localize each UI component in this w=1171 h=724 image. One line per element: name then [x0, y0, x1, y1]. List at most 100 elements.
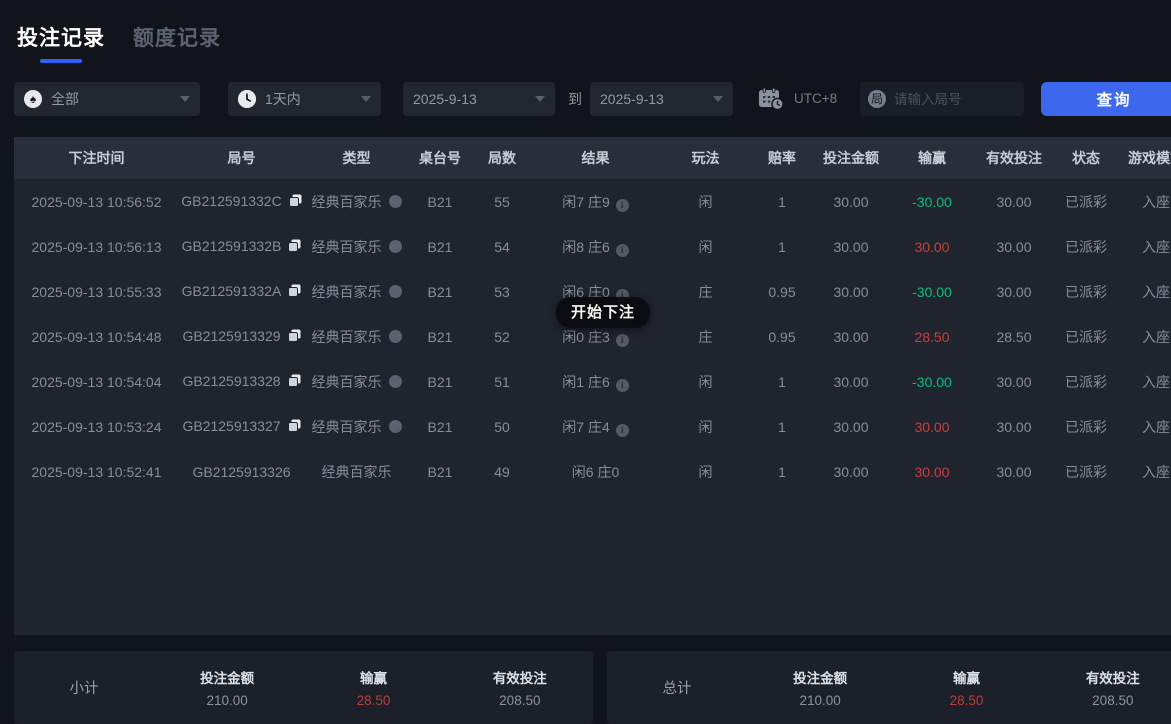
cell-round-id: GB212591332C — [179, 179, 304, 224]
table-row[interactable]: 2025-09-13 10:53:24 GB2125913327 经典百家乐 B… — [14, 404, 1171, 449]
search-button[interactable]: 查询 — [1041, 82, 1171, 116]
cell-table-no: B21 — [409, 314, 471, 359]
cell-odds: 0.95 — [753, 314, 811, 359]
cell-bet-side: 闲 — [658, 404, 753, 449]
cell-bet-time: 2025-09-13 10:55:33 — [14, 269, 179, 314]
copy-icon[interactable] — [289, 194, 302, 210]
cell-bet-side: 闲 — [658, 179, 753, 224]
cell-status: 已派彩 — [1055, 449, 1117, 494]
cell-result: 闲1 庄6i — [533, 359, 658, 404]
cell-status: 已派彩 — [1055, 224, 1117, 269]
clock-icon — [238, 90, 256, 108]
cell-game-mode: 入座 — [1117, 179, 1171, 224]
cell-round-no: 53 — [471, 269, 533, 314]
cell-bet-time: 2025-09-13 10:56:13 — [14, 224, 179, 269]
date-to-value: 2025-9-13 — [600, 91, 664, 107]
tab-quota-records[interactable]: 额度记录 — [133, 22, 221, 52]
date-to-picker[interactable]: 2025-9-13 — [590, 82, 733, 116]
game-info-icon[interactable] — [389, 330, 402, 343]
subtotal-bet-amount: 投注金额 210.00 — [154, 667, 300, 708]
round-id-input[interactable] — [894, 92, 1004, 107]
cell-winloss: 30.00 — [891, 449, 973, 494]
column-header: 结果 — [533, 137, 658, 179]
cell-winloss: 30.00 — [891, 404, 973, 449]
calendar-clock-icon — [758, 82, 786, 116]
copy-icon[interactable] — [288, 284, 301, 300]
cell-game-mode: 入座 — [1117, 359, 1171, 404]
game-info-icon[interactable] — [389, 240, 402, 253]
game-info-icon[interactable] — [389, 195, 402, 208]
subtotal-valid-bet: 有效投注 208.50 — [447, 667, 593, 708]
cell-bet-amount: 30.00 — [811, 269, 891, 314]
cell-status: 已派彩 — [1055, 359, 1117, 404]
game-info-icon[interactable] — [389, 285, 402, 298]
cell-game-mode: 入座 — [1117, 269, 1171, 314]
info-icon[interactable]: i — [616, 244, 629, 257]
info-icon[interactable]: i — [616, 199, 629, 212]
info-icon[interactable]: i — [616, 379, 629, 392]
cell-bet-time: 2025-09-13 10:56:52 — [14, 179, 179, 224]
chevron-down-icon — [180, 96, 190, 102]
cell-bet-amount: 30.00 — [811, 404, 891, 449]
copy-icon[interactable] — [288, 374, 301, 390]
game-type-dropdown[interactable]: ♠ 全部 — [14, 82, 200, 116]
tab-betting-records-label: 投注记录 — [17, 22, 105, 52]
cell-game-type: 经典百家乐 — [304, 179, 409, 224]
cell-result: 闲7 庄9i — [533, 179, 658, 224]
cell-bet-side: 闲 — [658, 449, 753, 494]
copy-icon[interactable] — [288, 419, 301, 435]
cell-game-type: 经典百家乐 — [304, 359, 409, 404]
column-header: 桌台号 — [409, 137, 471, 179]
cell-odds: 0.95 — [753, 269, 811, 314]
cell-round-no: 49 — [471, 449, 533, 494]
round-id-icon: 局 — [868, 90, 886, 108]
cell-bet-time: 2025-09-13 10:54:48 — [14, 314, 179, 359]
chevron-down-icon — [713, 96, 723, 102]
copy-icon[interactable] — [288, 239, 301, 255]
column-header: 投注金额 — [811, 137, 891, 179]
cell-winloss: 30.00 — [891, 224, 973, 269]
date-range-to-label: 到 — [558, 82, 592, 116]
cell-status: 已派彩 — [1055, 314, 1117, 359]
game-info-icon[interactable] — [389, 375, 402, 388]
time-range-dropdown[interactable]: 1天内 — [228, 82, 381, 116]
cell-valid-bet: 30.00 — [973, 179, 1055, 224]
date-from-value: 2025-9-13 — [413, 91, 477, 107]
table-row[interactable]: 2025-09-13 10:52:41 GB2125913326 经典百家乐 B… — [14, 449, 1171, 494]
chevron-down-icon — [535, 96, 545, 102]
info-icon[interactable]: i — [616, 334, 629, 347]
table-row[interactable]: 2025-09-13 10:54:04 GB2125913328 经典百家乐 B… — [14, 359, 1171, 404]
date-from-picker[interactable]: 2025-9-13 — [403, 82, 555, 116]
cell-bet-side: 闲 — [658, 359, 753, 404]
cell-odds: 1 — [753, 359, 811, 404]
column-header: 游戏模式 — [1117, 137, 1171, 179]
column-header: 玩法 — [658, 137, 753, 179]
table-row[interactable]: 2025-09-13 10:56:13 GB212591332B 经典百家乐 B… — [14, 224, 1171, 269]
column-header: 局数 — [471, 137, 533, 179]
table-body: 2025-09-13 10:56:52 GB212591332C 经典百家乐 B… — [14, 179, 1171, 494]
total-bet-amount: 投注金额 210.00 — [747, 667, 893, 708]
cell-game-mode: 入座 — [1117, 449, 1171, 494]
cell-round-id: GB2125913329 — [179, 314, 304, 359]
cell-round-id: GB2125913328 — [179, 359, 304, 404]
spade-icon: ♠ — [24, 90, 42, 108]
cell-bet-time: 2025-09-13 10:54:04 — [14, 359, 179, 404]
total-panel: 总计 投注金额 210.00 输赢 28.50 有效投注 208.50 — [607, 651, 1171, 724]
cell-game-type: 经典百家乐 — [304, 224, 409, 269]
cell-table-no: B21 — [409, 359, 471, 404]
info-icon[interactable]: i — [616, 424, 629, 437]
cell-valid-bet: 28.50 — [973, 314, 1055, 359]
cell-winloss: 28.50 — [891, 314, 973, 359]
tab-betting-records[interactable]: 投注记录 — [17, 22, 105, 63]
cell-table-no: B21 — [409, 224, 471, 269]
cell-game-type: 经典百家乐 — [304, 269, 409, 314]
cell-result: 闲7 庄4i — [533, 404, 658, 449]
subtotal-label: 小计 — [14, 677, 154, 698]
copy-icon[interactable] — [288, 329, 301, 345]
column-header: 赔率 — [753, 137, 811, 179]
cell-round-no: 54 — [471, 224, 533, 269]
cell-round-no: 52 — [471, 314, 533, 359]
betting-records-page: 投注记录 额度记录 ♠ 全部 1天内 2025-9-13 到 2025-9-13 — [0, 0, 1171, 724]
game-info-icon[interactable] — [389, 420, 402, 433]
table-row[interactable]: 2025-09-13 10:56:52 GB212591332C 经典百家乐 B… — [14, 179, 1171, 224]
